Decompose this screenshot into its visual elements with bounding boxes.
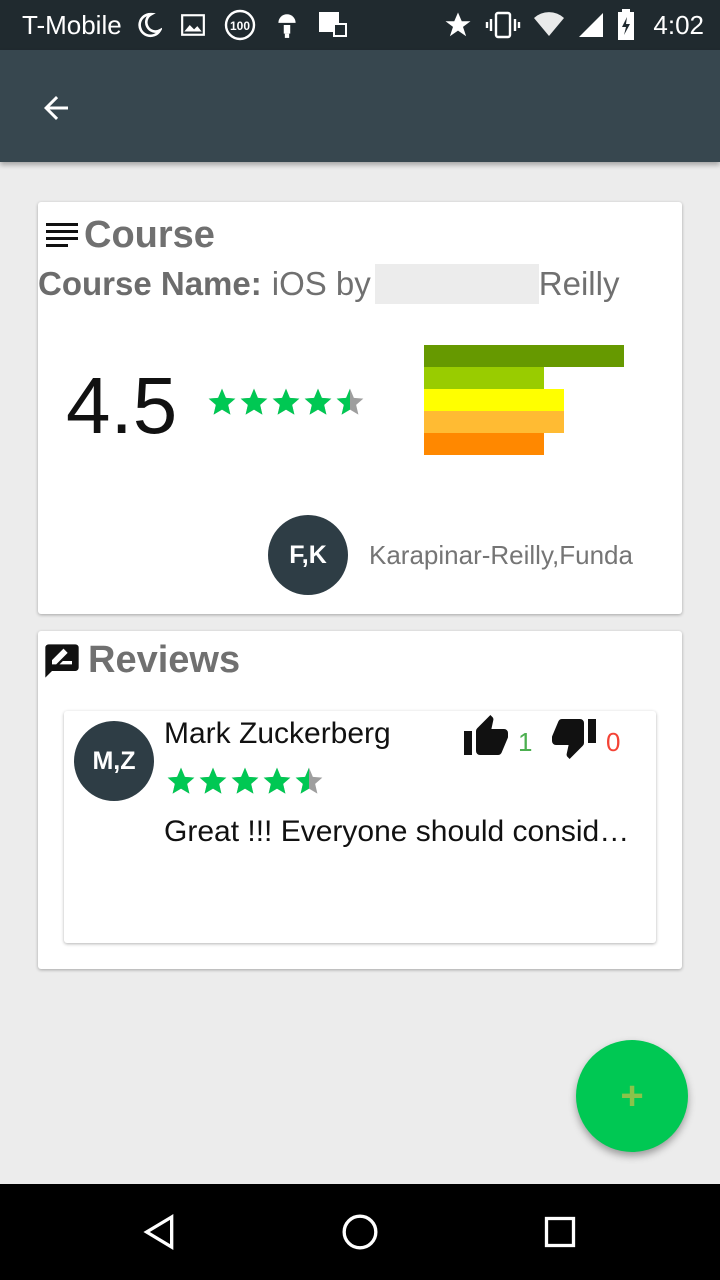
course-name: Course Name: iOS by Reilly xyxy=(38,264,619,304)
star-icon xyxy=(167,767,195,794)
clock: 4:02 xyxy=(653,9,704,40)
average-rating: 4.5 xyxy=(66,361,178,450)
home-circle-icon xyxy=(342,1214,378,1250)
instructor-name[interactable]: Karapinar-Reilly,Funda xyxy=(369,540,633,571)
rating-bar-1-star xyxy=(424,433,544,455)
add-review-fab[interactable]: + xyxy=(576,1040,688,1152)
dislike-count: 0 xyxy=(606,726,621,757)
battery-100-icon: 100 xyxy=(224,9,255,41)
course-title: Course xyxy=(84,214,215,256)
rating-bar-5-star xyxy=(424,345,624,367)
review-item[interactable]: M,Z Mark Zuckerberg Great !!! Everyone s… xyxy=(64,711,656,943)
rating-bar-2-star xyxy=(424,411,564,433)
star-icon xyxy=(295,767,323,794)
reviews-header: Reviews xyxy=(42,639,240,682)
star-icon xyxy=(445,12,471,37)
star-icon xyxy=(263,767,291,794)
dislike-button[interactable]: 0 xyxy=(550,713,620,761)
status-bar: T-Mobile 100 4:02 xyxy=(0,0,720,50)
nav-back-button[interactable] xyxy=(136,1208,184,1256)
thumbs-down-icon xyxy=(552,719,596,759)
rating-distribution xyxy=(424,345,624,455)
app-toolbar xyxy=(0,50,720,162)
image-icon xyxy=(180,14,205,36)
course-card: Course Course Name: iOS by Reilly 4.5 F,… xyxy=(38,202,682,614)
nav-recents-button[interactable] xyxy=(536,1208,584,1256)
battery-charging-icon xyxy=(618,9,635,40)
instructor-avatar[interactable]: F,K xyxy=(268,515,348,595)
like-count: 1 xyxy=(518,726,533,757)
star-icon xyxy=(208,388,236,415)
thumbs-up-icon xyxy=(464,715,508,755)
svg-text:100: 100 xyxy=(230,19,250,33)
rating-bar-3-star xyxy=(424,389,564,411)
course-name-suffix: Reilly xyxy=(538,265,620,302)
like-button[interactable]: 1 xyxy=(462,713,532,761)
star-icon xyxy=(272,388,300,415)
notes-icon xyxy=(318,12,347,37)
star-icon xyxy=(240,388,268,415)
moon-icon xyxy=(138,12,162,38)
recents-square-icon xyxy=(544,1216,576,1248)
carrier-label: T-Mobile xyxy=(22,9,122,40)
back-triangle-icon xyxy=(143,1214,174,1250)
star-icon xyxy=(336,388,364,415)
star-icon xyxy=(304,388,332,415)
list-icon xyxy=(46,222,78,247)
status-right-icons: 4:02 xyxy=(443,9,704,41)
redacted-text xyxy=(374,264,539,304)
star-icon xyxy=(199,767,227,794)
reviews-title: Reviews xyxy=(88,639,241,681)
course-name-prefix: iOS by xyxy=(271,265,371,302)
course-star-rating xyxy=(206,386,366,418)
android-icon xyxy=(278,14,296,38)
signal-icon xyxy=(579,13,604,37)
review-text: Great !!! Everyone should consid… xyxy=(164,815,630,848)
review-star-rating xyxy=(165,765,325,797)
reviews-card: Reviews M,Z Mark Zuckerberg Great !!! Ev… xyxy=(38,631,682,969)
status-left-icons: 100 xyxy=(136,9,348,41)
vibrate-icon xyxy=(486,11,521,39)
rating-bar-4-star xyxy=(424,367,544,389)
course-name-label: Course Name: xyxy=(38,265,262,302)
reviewer-avatar[interactable]: M,Z xyxy=(74,721,154,801)
course-header: Course xyxy=(46,214,215,257)
star-icon xyxy=(231,767,259,794)
nav-home-button[interactable] xyxy=(336,1208,384,1256)
wifi-icon xyxy=(534,12,565,37)
reviewer-name: Mark Zuckerberg xyxy=(164,717,391,750)
arrow-left-icon xyxy=(44,96,68,120)
system-nav-bar xyxy=(0,1184,720,1280)
back-button[interactable] xyxy=(34,86,78,130)
rate-review-icon xyxy=(45,643,79,678)
